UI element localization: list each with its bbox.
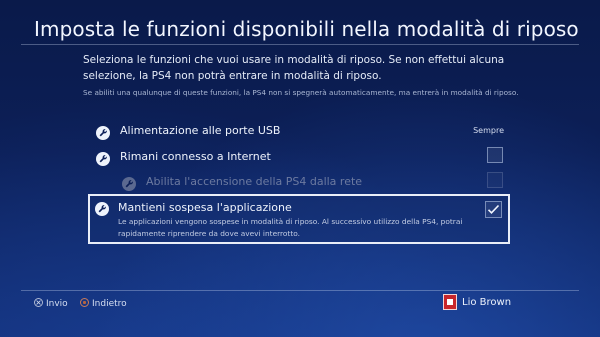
option-label: Mantieni sospesa l'applicazione	[118, 201, 292, 214]
checkbox-stay-connected[interactable]	[487, 147, 503, 163]
checkmark-icon	[487, 204, 500, 214]
avatar	[443, 294, 457, 310]
option-description: Le applicazioni vengono sospese in modal…	[118, 217, 463, 238]
header-divider	[21, 44, 579, 45]
wrench-icon	[96, 125, 110, 140]
cross-button-icon	[34, 298, 43, 307]
page-note: Se abiliti una qualunque di queste funzi…	[83, 88, 519, 97]
wrench-icon	[122, 176, 136, 191]
user-name: Lio Brown	[462, 297, 512, 308]
option-label: Abilita l'accensione della PS4 dalla ret…	[146, 175, 363, 188]
page-description: Seleziona le funzioni che vuoi usare in …	[83, 54, 505, 82]
page-title: Imposta le funzioni disponibili nella mo…	[34, 17, 579, 41]
enter-label: Invio	[46, 299, 68, 309]
option-value: Sempre	[473, 126, 504, 135]
option-network-power-on: Abilita l'accensione della PS4 dalla ret…	[90, 172, 510, 192]
option-suspend-application[interactable]: Mantieni sospesa l'applicazione Le appli…	[88, 194, 510, 244]
checkbox-network-power-on	[487, 172, 503, 188]
checkbox-suspend-application[interactable]	[485, 201, 502, 218]
circle-button-icon	[80, 298, 89, 307]
wrench-icon	[95, 201, 109, 216]
back-button[interactable]: Indietro	[80, 298, 127, 309]
option-label: Alimentazione alle porte USB	[120, 124, 281, 137]
wrench-icon	[96, 151, 110, 166]
option-stay-connected[interactable]: Rimani connesso a Internet	[90, 147, 510, 167]
option-label: Rimani connesso a Internet	[120, 150, 271, 163]
option-usb-power[interactable]: Alimentazione alle porte USB Sempre	[90, 121, 510, 141]
footer-divider	[21, 290, 579, 291]
enter-button[interactable]: Invio	[34, 298, 68, 309]
back-label: Indietro	[92, 299, 127, 309]
